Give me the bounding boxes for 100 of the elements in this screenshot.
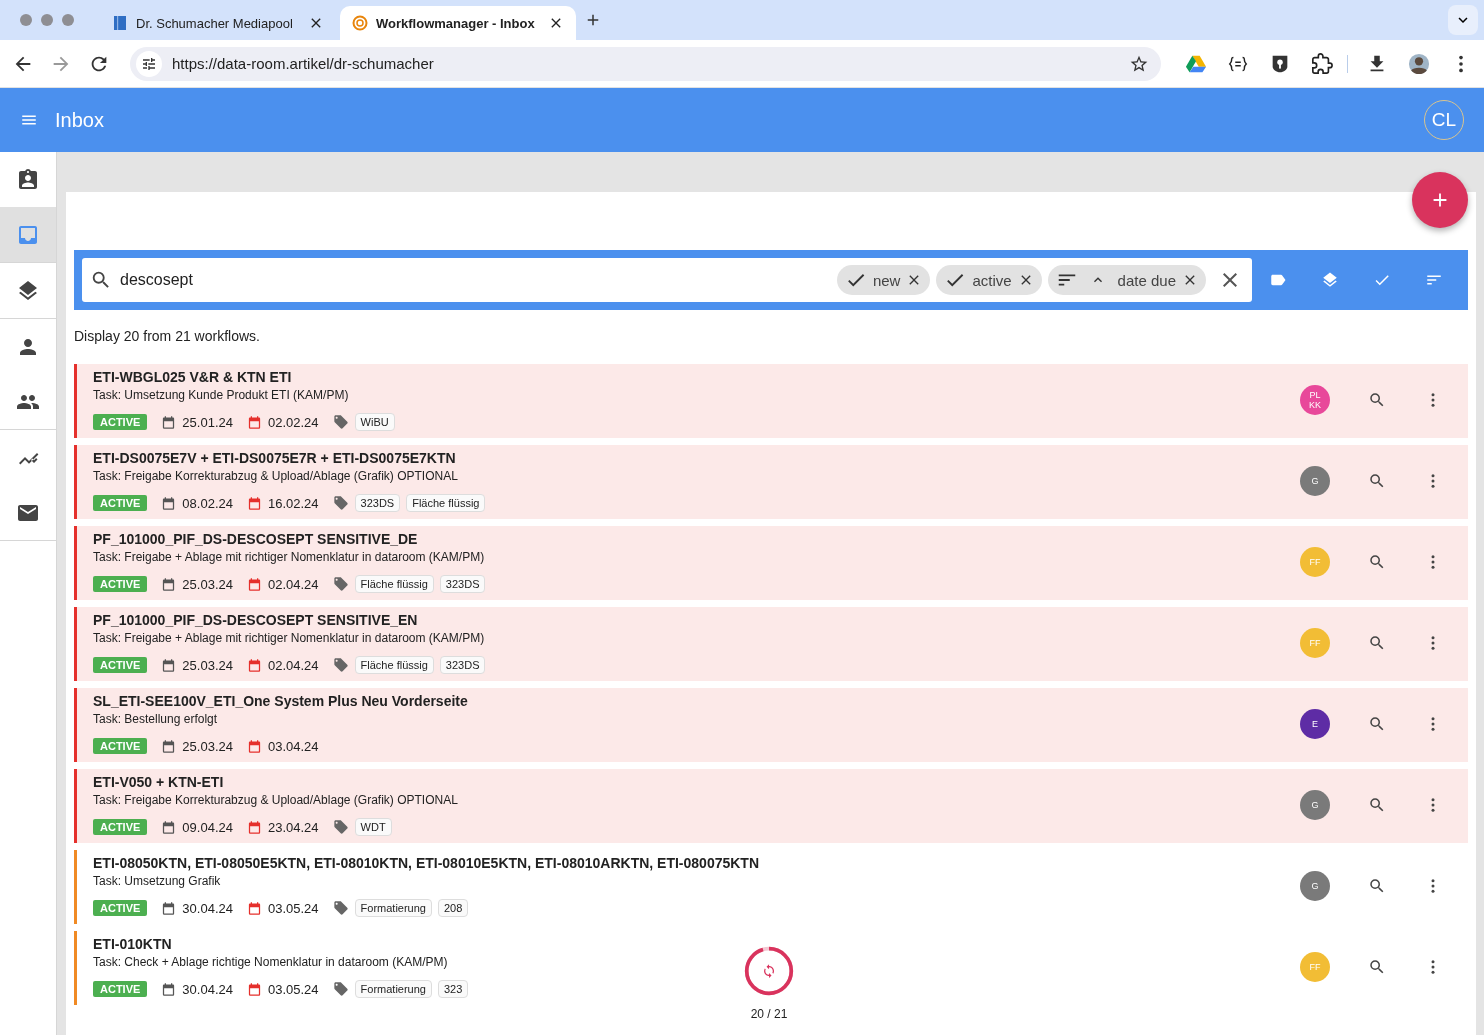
assignee-avatar[interactable]: G [1300, 870, 1330, 901]
workflow-title: ETI-08050KTN, ETI-08050E5KTN, ETI-08010KTN, ETI-08010E5KTN, ETI-08010ARKTN, ETI-080075KTN [93, 854, 760, 873]
task-text: Task: Bestellung erfolgt [93, 711, 218, 728]
status-badge: ACTIVE [93, 738, 148, 754]
search-icon[interactable] [1368, 552, 1386, 571]
calendar-icon [246, 981, 262, 997]
search-icon[interactable] [1368, 876, 1386, 895]
start-date: 09.04.24 [182, 819, 233, 835]
start-date: 25.01.24 [182, 414, 233, 430]
calendar-icon [161, 576, 177, 592]
start-date: 25.03.24 [182, 657, 233, 673]
tag-icon [332, 576, 349, 592]
calendar-icon [246, 414, 262, 430]
due-date: 02.04.24 [267, 657, 319, 673]
workflow-row[interactable]: PF_101000_PIF_DS-DESCOSEPT SENSITIVE_EN Task: Freigabe + Ablage mit richtiger Nomenklatur in dataroom (KAM/PM) ACTIVE 25.03.24 02.04.24 Fläche flüssig 323DS FF [74, 607, 1468, 681]
start-date: 25.03.24 [182, 576, 233, 592]
task-text: Task: Umsetzung Kunde Produkt ETI (KAM/PM) [93, 387, 349, 404]
calendar-icon [161, 495, 177, 511]
start-date: 30.04.24 [182, 981, 233, 997]
workflow-row[interactable]: ETI-V050 + KTN-ETI Task: Freigabe Korrekturabzug & Upload/Ablage (Grafik) OPTIONAL ACTIVE 09.04.24 23.04.24 WDT G [74, 769, 1468, 843]
filter-chip[interactable]: new [836, 265, 931, 295]
address-bar[interactable]: https://data-room.artikel/dr-schumacher [130, 46, 1161, 81]
status-badge: ACTIVE [93, 819, 148, 835]
search-icon[interactable] [1368, 795, 1386, 814]
workflow-row[interactable]: ETI-DS0075E7V + ETI-DS0075E7R + ETI-DS0075E7KTN Task: Freigabe Korrekturabzug & Upload/Ablage (Grafik) OPTIONAL ACTIVE 08.02.24 16.02.24 323DS Fläche flüssig G [74, 445, 1468, 519]
workflow-title: PF_101000_PIF_DS-DESCOSEPT SENSITIVE_EN [93, 611, 418, 630]
status-badge: ACTIVE [93, 495, 148, 511]
tag-chip: Fläche flüssig [354, 575, 434, 593]
due-date: 03.05.24 [267, 900, 319, 916]
loaded-count: 20 / 21 [750, 1007, 788, 1021]
loading-ring [743, 945, 795, 997]
calendar-icon [246, 495, 262, 511]
tab-list-button[interactable] [1448, 5, 1478, 35]
due-date: 02.02.24 [267, 414, 319, 430]
calendar-icon [246, 819, 262, 835]
tag-chip: 323 [438, 980, 469, 998]
task-text: Task: Umsetzung Grafik [93, 873, 221, 890]
workflow-title: ETI-V050 + KTN-ETI [93, 773, 224, 792]
task-text: Task: Check + Ablage richtige Nomenklatur in dataroom (KAM/PM) [93, 954, 448, 971]
due-date: 03.04.24 [267, 738, 319, 754]
task-text: Task: Freigabe + Ablage mit richtiger Nomenklatur in dataroom (KAM/PM) [93, 549, 485, 566]
calendar-icon [246, 900, 262, 916]
tag-icon [332, 495, 349, 511]
search-icon[interactable] [1368, 390, 1386, 409]
workflow-row[interactable]: SL_ETI-SEE100V_ETI_One System Plus Neu Vorderseite Task: Bestellung erfolgt ACTIVE 25.03.24 03.04.24 E [74, 688, 1468, 762]
search-icon[interactable] [1368, 471, 1386, 490]
due-date: 16.02.24 [267, 495, 319, 511]
workflow-row[interactable]: PF_101000_PIF_DS-DESCOSEPT SENSITIVE_DE Task: Freigabe + Ablage mit richtiger Nomenklatur in dataroom (KAM/PM) ACTIVE 25.03.24 02.04.24 Fläche flüssig 323DS FF [74, 526, 1468, 600]
assignee-avatar[interactable]: E [1300, 708, 1330, 739]
ring-icon [352, 15, 368, 31]
browser-tab[interactable]: Dr. Schumacher Mediapool [100, 6, 336, 40]
task-text: Task: Freigabe + Ablage mit richtiger Nomenklatur in dataroom (KAM/PM) [93, 630, 485, 647]
search-field[interactable]: descosept new active date due [82, 258, 1252, 302]
status-badge: ACTIVE [93, 576, 148, 592]
assignee-avatar[interactable]: G [1300, 465, 1330, 496]
workflow-row[interactable]: ETI-WBGL025 V&R & KTN ETI Task: Umsetzung Kunde Produkt ETI (KAM/PM) ACTIVE 25.01.24 02.02.24 WiBU PL KK [74, 364, 1468, 438]
tag-chip: 208 [438, 899, 469, 917]
add-button[interactable] [1412, 172, 1468, 228]
tag-chip: Fläche flüssig [406, 494, 486, 512]
calendar-icon [161, 900, 177, 916]
tag-chip: 323DS [439, 656, 486, 674]
tag-chip: Formatierung [354, 980, 432, 998]
assignee-avatar[interactable]: G [1300, 789, 1330, 820]
workflow-title: ETI-010KTN [93, 935, 172, 954]
workflow-title: PF_101000_PIF_DS-DESCOSEPT SENSITIVE_DE [93, 530, 418, 549]
layers-icon[interactable] [1321, 271, 1339, 289]
task-text: Task: Freigabe Korrekturabzug & Upload/Ablage (Grafik) OPTIONAL [93, 792, 458, 809]
calendar-icon [161, 819, 177, 835]
search-icon[interactable] [1368, 714, 1386, 733]
status-badge: ACTIVE [93, 657, 148, 673]
tag-chip: WDT [354, 818, 392, 836]
puzzle-icon[interactable] [1309, 52, 1335, 75]
tag-chip: 323DS [354, 494, 401, 512]
start-date: 25.03.24 [182, 738, 233, 754]
tag-chip: WiBU [354, 413, 395, 431]
tune-icon [141, 55, 157, 72]
contact-card-icon [16, 167, 40, 192]
filter-chip[interactable]: active [936, 265, 1042, 295]
tag-icon [332, 900, 349, 916]
filter-chip[interactable]: date due [1047, 265, 1206, 295]
tag-chip: Formatierung [354, 899, 432, 917]
search-icon [90, 269, 112, 291]
search-icon[interactable] [1368, 957, 1386, 976]
tag-icon [332, 819, 349, 835]
tag-icon [332, 981, 349, 997]
status-badge: ACTIVE [93, 414, 148, 430]
book-icon [112, 15, 128, 31]
browser-tab[interactable]: Workflowmanager - Inbox [340, 6, 576, 40]
site-settings-button[interactable] [136, 50, 162, 77]
calendar-icon [246, 738, 262, 754]
assignee-avatar[interactable]: PL KK [1300, 384, 1330, 415]
status-badge: ACTIVE [93, 981, 148, 997]
tag-icon [332, 414, 349, 430]
profile-silhouette-icon[interactable] [1406, 52, 1432, 75]
calendar-icon [161, 657, 177, 673]
page-title: Inbox [55, 108, 104, 132]
calendar-icon [161, 414, 177, 430]
start-date: 30.04.24 [182, 900, 233, 916]
task-text: Task: Freigabe Korrekturabzug & Upload/Ablage (Grafik) OPTIONAL [93, 468, 458, 485]
search-icon[interactable] [1368, 633, 1386, 652]
